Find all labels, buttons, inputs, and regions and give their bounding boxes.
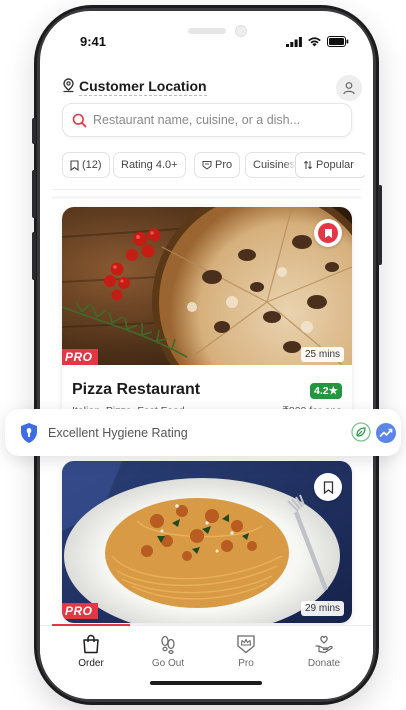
sort-arrows-icon <box>303 160 313 170</box>
pro-badge: PRO <box>62 349 98 365</box>
battery-icon <box>327 36 349 47</box>
divider <box>52 189 361 190</box>
bookmark-icon <box>323 480 333 494</box>
filter-chip-label: Rating 4.0+ <box>121 159 178 171</box>
tab-donate[interactable]: Donate <box>294 634 354 669</box>
bookmark-button[interactable] <box>314 473 342 501</box>
search-bar <box>62 103 352 137</box>
filter-chip-label: Pro <box>215 159 233 171</box>
signal-icon <box>286 36 302 47</box>
system-icons <box>286 36 349 47</box>
bookmark-button[interactable] <box>314 219 342 247</box>
mute-switch <box>32 118 36 144</box>
restaurant-card[interactable]: PRO 29 mins <box>62 461 352 623</box>
filter-chip-label: (12) <box>82 159 102 171</box>
filter-chips: (12) Rating 4.0+ Pro Cuisines Popular <box>62 152 365 178</box>
tab-label: Go Out <box>151 658 185 669</box>
tab-order[interactable]: Order <box>61 634 121 669</box>
filter-chip-pro[interactable]: Pro <box>194 152 241 178</box>
restaurant-name: Pizza Restaurant <box>72 381 201 398</box>
delivery-time: 29 mins <box>300 601 344 616</box>
status-bar: 9:41 <box>40 11 373 61</box>
tab-label: Donate <box>307 658 341 669</box>
user-icon <box>343 82 355 95</box>
filter-chip-rating[interactable]: Rating 4.0+ <box>113 152 186 178</box>
heart-hand-icon <box>315 635 333 654</box>
volume-up-button <box>32 170 36 218</box>
app-preview: 9:41 Customer Location Restaurant name, … <box>0 0 406 710</box>
divider <box>52 196 361 199</box>
footprints-icon <box>161 635 175 654</box>
status-time: 9:41 <box>80 34 107 49</box>
bookmark-icon <box>70 159 79 171</box>
home-indicator <box>150 681 262 685</box>
tab-pro[interactable]: Pro <box>216 634 276 669</box>
power-button <box>378 185 382 265</box>
hygiene-rating-banner[interactable]: Excellent Hygiene Rating <box>5 409 401 456</box>
search-icon <box>72 113 87 133</box>
restaurant-photo-pizza <box>62 207 352 365</box>
bottom-tab-bar: Order Go Out Pro Donate <box>40 624 373 699</box>
sort-popular-button[interactable]: Popular <box>295 152 365 178</box>
location-header: Customer Location <box>62 75 362 101</box>
pro-badge: PRO <box>62 603 98 619</box>
phone-screen: 9:41 Customer Location Restaurant name, … <box>40 11 373 699</box>
location-pin-icon <box>62 78 75 98</box>
location-selector[interactable]: Customer Location <box>79 78 207 96</box>
trending-up-icon <box>375 422 397 449</box>
wifi-icon <box>308 37 321 47</box>
filter-chip-label: Cuisines <box>253 159 296 171</box>
search-input[interactable] <box>93 104 348 136</box>
shopping-bag-icon <box>83 634 99 654</box>
rating-badge: 4.2★ <box>309 383 342 399</box>
shield-icon <box>19 422 39 449</box>
restaurant-photo-pasta <box>62 461 352 623</box>
tab-label: Order <box>78 658 104 669</box>
speaker-grille <box>188 28 226 34</box>
crown-shield-icon <box>237 635 255 654</box>
pro-shield-icon <box>202 161 212 170</box>
restaurant-card[interactable]: PRO 25 mins Pizza Restaurant 4.2★ Italia… <box>62 207 352 421</box>
tab-label: Pro <box>238 658 254 669</box>
hygiene-rating-label: Excellent Hygiene Rating <box>48 426 188 440</box>
profile-avatar-button[interactable] <box>336 75 362 101</box>
tab-go-out[interactable]: Go Out <box>138 634 198 669</box>
filter-chip-bookmarks[interactable]: (12) <box>62 152 110 178</box>
bookmark-filled-icon <box>318 223 338 243</box>
front-camera <box>235 25 247 37</box>
volume-down-button <box>32 232 36 280</box>
delivery-time: 25 mins <box>300 347 344 362</box>
filter-chip-label: Popular <box>316 159 354 171</box>
leaf-icon <box>351 422 371 447</box>
active-tab-indicator <box>52 624 130 626</box>
